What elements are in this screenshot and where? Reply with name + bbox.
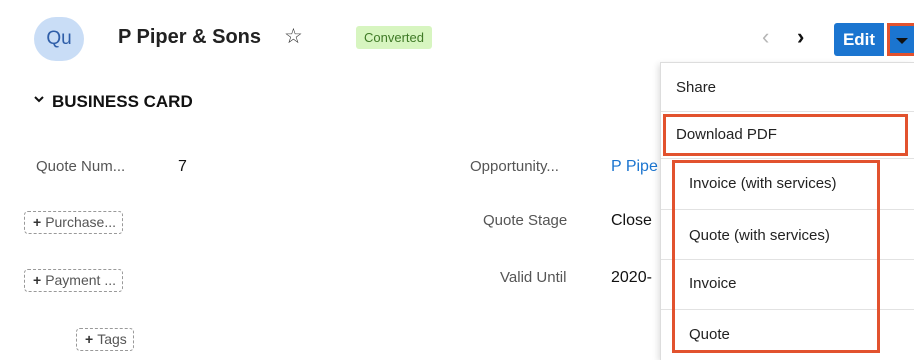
previous-record-chevron-left-icon[interactable]: ‹ [762,24,769,50]
opportunity-link[interactable]: P Pipe [611,158,658,176]
add-purchase-label: Purchase... [45,214,117,230]
record-name: P Piper & Sons [118,26,262,48]
quote-stage-value[interactable]: Close [611,212,652,230]
panel-title: BUSINESS CARD [52,92,193,111]
chevron-down-icon [34,96,44,103]
menu-item-download-pdf[interactable]: Download PDF [661,126,914,143]
menu-item-invoice[interactable]: Invoice [661,275,914,292]
business-card-panel-toggle[interactable]: BUSINESS CARD [34,92,193,112]
valid-until-label: Valid Until [500,269,567,286]
menu-divider [661,209,914,210]
favorite-star-icon[interactable]: ☆ [284,24,303,49]
menu-divider [661,309,914,310]
menu-item-share[interactable]: Share [661,79,914,96]
add-payment-label: Payment ... [45,272,116,288]
plus-icon: + [33,272,42,288]
add-tags-label: Tags [97,331,127,347]
menu-divider [661,111,914,112]
menu-divider [661,259,914,260]
add-purchase-order-button[interactable]: + Purchase... [24,211,124,234]
caret-down-icon [896,38,908,44]
menu-item-quote[interactable]: Quote [661,326,914,343]
valid-until-value[interactable]: 2020- [611,269,652,287]
module-avatar: Qu [34,17,84,61]
quote-number-label: Quote Num... [36,158,126,175]
plus-icon: + [33,214,42,230]
actions-dropdown-menu: Share Download PDF Invoice (with service… [660,62,914,360]
status-badge: Converted [356,26,432,49]
plus-icon: + [85,331,94,347]
add-payment-terms-button[interactable]: + Payment ... [24,269,123,292]
menu-divider [661,158,914,159]
quote-number-value[interactable]: 7 [178,158,187,176]
quote-stage-label: Quote Stage [483,212,568,229]
add-tags-button[interactable]: + Tags [76,328,134,351]
actions-dropdown-button[interactable] [887,23,914,56]
menu-item-invoice-with-services[interactable]: Invoice (with services) [661,175,914,192]
opportunity-label: Opportunity... [470,158,559,175]
edit-button[interactable]: Edit [834,23,884,56]
next-record-chevron-right-icon[interactable]: › [797,24,804,50]
menu-item-quote-with-services[interactable]: Quote (with services) [661,227,914,244]
